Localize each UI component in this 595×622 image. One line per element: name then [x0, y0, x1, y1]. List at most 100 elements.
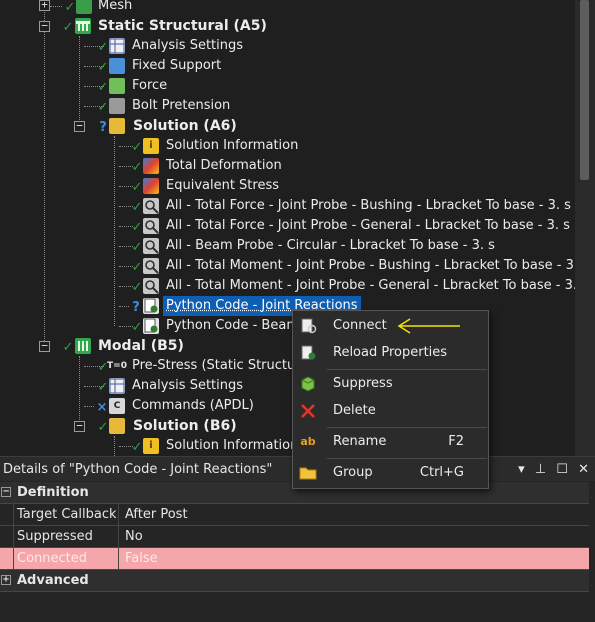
menu-item-label: Delete [333, 403, 376, 418]
tree-node-label: Static Structural (A5) [98, 18, 267, 34]
collapse-icon[interactable]: − [1, 487, 11, 497]
status-x-icon: × [96, 400, 108, 415]
solution-information-icon: i [143, 138, 159, 154]
tree-node-probe-moment-bushing[interactable]: ✓ All - Total Moment - Joint Probe - Bus… [0, 256, 575, 276]
details-section-advanced[interactable]: + Advanced [0, 570, 589, 592]
details-row-connected[interactable]: Connected False [0, 548, 589, 570]
tree-node-solution-information[interactable]: ✓ i Solution Information [0, 136, 575, 156]
connect-icon [299, 317, 317, 335]
deformation-result-icon [143, 158, 159, 174]
tree-node-fixed-support[interactable]: ✓ Fixed Support [0, 56, 575, 76]
menu-item-suppress[interactable]: Suppress [293, 371, 488, 397]
tree-scrollbar-thumb[interactable] [580, 0, 589, 180]
tree-node-force[interactable]: ✓ Force [0, 76, 575, 96]
tree-node-analysis-settings[interactable]: ✓ Analysis Settings [0, 36, 575, 56]
probe-icon [143, 258, 159, 274]
status-check-icon: ✓ [131, 440, 143, 455]
fixed-support-icon [109, 58, 125, 74]
tree-node-label: All - Beam Probe - Circular - Lbracket T… [166, 238, 495, 253]
status-check-icon: ✓ [131, 240, 143, 255]
status-question-icon: ? [99, 120, 107, 135]
analysis-settings-icon [109, 378, 125, 394]
menu-item-label: Rename [333, 434, 387, 449]
dropdown-arrow-icon[interactable]: ▾ [518, 457, 525, 482]
tree-node-probe-moment-general[interactable]: ✓ All - Total Moment - Joint Probe - Gen… [0, 276, 575, 296]
property-name: Target Callback [13, 504, 119, 525]
tree-node-label: All - Total Force - Joint Probe - Genera… [166, 218, 570, 233]
tree-node-probe-force-bushing[interactable]: ✓ All - Total Force - Joint Probe - Bush… [0, 196, 575, 216]
details-row-suppressed[interactable]: Suppressed No [0, 526, 589, 548]
tree-node-probe-force-general[interactable]: ✓ All - Total Force - Joint Probe - Gene… [0, 216, 575, 236]
static-structural-icon [75, 18, 91, 34]
property-value[interactable]: No [123, 526, 143, 547]
details-toolbar: ▾ ⊥ ☐ ✕ [512, 457, 589, 482]
status-check-icon: ✓ [62, 340, 74, 355]
force-icon [109, 78, 125, 94]
property-name: Suppressed [13, 526, 119, 547]
status-check-icon: ✓ [97, 380, 109, 395]
commands-apdl-icon: C [109, 398, 125, 414]
menu-item-label: Reload Properties [333, 345, 448, 360]
status-check-icon: ✓ [131, 220, 143, 235]
tree-node-label: Solution Information [166, 438, 299, 453]
status-check-icon: ✓ [131, 160, 143, 175]
status-check-icon: ✓ [62, 20, 74, 35]
modal-icon [75, 338, 91, 354]
suppress-icon [299, 375, 317, 393]
property-value[interactable]: After Post [123, 504, 188, 525]
tree-node-equivalent-stress[interactable]: ✓ Equivalent Stress [0, 176, 575, 196]
maximize-icon[interactable]: ☐ [556, 457, 568, 482]
status-check-icon: ✓ [97, 420, 109, 435]
tree-node-label: Pre-Stress (Static Structural [132, 358, 313, 373]
tree-node-solution-a6[interactable]: ? Solution (A6) [0, 116, 575, 136]
tree-node-label: Analysis Settings [132, 378, 244, 393]
expand-icon[interactable]: + [1, 575, 11, 585]
menu-item-reload-properties[interactable]: Reload Properties [293, 340, 488, 366]
menu-item-shortcut: Ctrl+G [419, 465, 464, 480]
probe-icon [143, 198, 159, 214]
menu-separator [327, 427, 487, 428]
tree-node-probe-beam-circular[interactable]: ✓ All - Beam Probe - Circular - Lbracket… [0, 236, 575, 256]
python-code-icon [143, 298, 159, 314]
tree-node-label: Solution (A6) [133, 118, 237, 134]
tree-node-label: Commands (APDL) [132, 398, 254, 413]
section-label: Definition [17, 485, 89, 500]
tree-node-label: All - Total Moment - Joint Probe - Bushi… [166, 258, 575, 273]
tree-node-label: Fixed Support [132, 58, 222, 73]
close-icon[interactable]: ✕ [578, 457, 589, 482]
status-check-icon: ✓ [131, 200, 143, 215]
probe-icon [143, 278, 159, 294]
tree-node-mesh[interactable]: ✓ Mesh [0, 0, 575, 16]
status-check-icon: ✓ [131, 140, 143, 155]
status-check-icon: ✓ [131, 280, 143, 295]
menu-separator [327, 458, 487, 459]
menu-item-delete[interactable]: Delete [293, 398, 488, 424]
status-check-icon: ✓ [131, 320, 143, 335]
status-check-icon: ✓ [97, 60, 109, 75]
details-row-target-callback[interactable]: Target Callback After Post [0, 504, 589, 526]
tree-node-label: Total Deformation [166, 158, 282, 173]
menu-item-label: Connect [333, 318, 387, 333]
section-label: Advanced [17, 573, 89, 588]
tree-node-bolt-pretension[interactable]: ✓ Bolt Pretension [0, 96, 575, 116]
status-check-icon: ✓ [97, 80, 109, 95]
probe-icon [143, 218, 159, 234]
menu-item-group[interactable]: Group Ctrl+G [293, 460, 488, 486]
tree-node-label: All - Total Force - Joint Probe - Bushin… [166, 198, 571, 213]
tree-scrollbar[interactable] [575, 0, 595, 456]
stress-result-icon [143, 178, 159, 194]
status-check-icon: ✓ [131, 260, 143, 275]
menu-separator [327, 369, 487, 370]
menu-item-rename[interactable]: ab Rename F2 [293, 429, 488, 455]
status-question-icon: ? [132, 300, 140, 315]
tree-node-total-deformation[interactable]: ✓ Total Deformation [0, 156, 575, 176]
tree-node-label: Modal (B5) [98, 338, 184, 354]
tree-node-static-structural[interactable]: ✓ Static Structural (A5) [0, 16, 575, 36]
annotation-arrow-icon [397, 318, 460, 334]
pin-icon[interactable]: ⊥ [535, 457, 546, 482]
tree-node-label: All - Total Moment - Joint Probe - Gener… [166, 278, 575, 293]
property-name: Connected [13, 548, 119, 569]
group-folder-icon [299, 464, 317, 482]
bolt-pretension-icon [109, 98, 125, 114]
tree-node-label: Force [132, 78, 168, 93]
